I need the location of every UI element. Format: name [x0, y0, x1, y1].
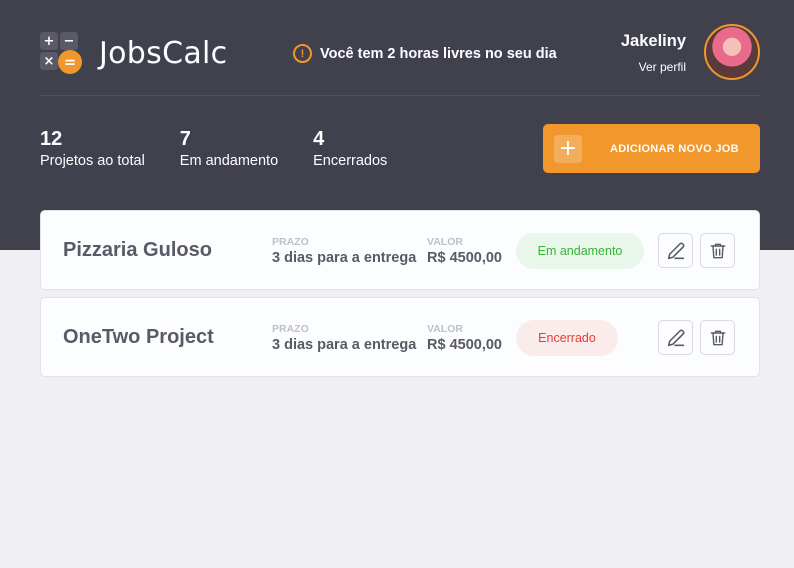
trash-icon — [710, 330, 725, 345]
value-amount: R$ 4500,00 — [427, 337, 502, 353]
project-stats: 12 Projetos ao total 7 Em andamento 4 En… — [40, 126, 422, 169]
page-container: + − × = JobsCalc ! Você tem 2 horas livr… — [40, 0, 760, 377]
top-bar: + − × = JobsCalc ! Você tem 2 horas livr… — [40, 0, 760, 96]
job-deadline: PRAZO 3 dias para a entrega — [272, 323, 416, 353]
minus-sign: − — [60, 32, 78, 50]
job-value: VALOR R$ 4500,00 — [427, 323, 502, 353]
job-card: Pizzaria Guloso PRAZO 3 dias para a entr… — [40, 210, 760, 290]
equals-sign: = — [58, 50, 82, 74]
times-sign: × — [40, 52, 58, 70]
stat-total: 12 Projetos ao total — [40, 126, 145, 169]
delete-button[interactable] — [700, 233, 735, 268]
pencil-icon — [667, 241, 685, 259]
stat-value: 12 — [40, 128, 63, 150]
logo[interactable]: + − × = JobsCalc — [40, 32, 227, 74]
stat-label: Encerrados — [313, 153, 388, 169]
trash-icon — [710, 243, 725, 258]
job-name: Pizzaria Guloso — [63, 239, 212, 261]
stat-value: 4 — [313, 128, 325, 150]
free-hours-notice: ! Você tem 2 horas livres no seu dia — [293, 44, 557, 63]
stat-closed: 4 Encerrados — [313, 126, 387, 169]
notice-text: Você tem 2 horas livres no seu dia — [320, 45, 557, 62]
job-card: OneTwo Project PRAZO 3 dias para a entre… — [40, 297, 760, 377]
status-badge: Em andamento — [516, 233, 644, 269]
view-profile-link[interactable]: Ver perfil — [621, 60, 686, 74]
job-deadline: PRAZO 3 dias para a entrega — [272, 236, 416, 266]
profile-name: Jakeliny — [620, 32, 686, 50]
delete-button[interactable] — [700, 320, 735, 355]
deadline-label: PRAZO — [272, 236, 309, 248]
add-new-job-button[interactable]: + ADICIONAR NOVO JOB — [543, 124, 760, 173]
stat-value: 7 — [179, 128, 191, 150]
profile-text: Jakeliny Ver perfil — [621, 30, 686, 74]
job-list: Pizzaria Guloso PRAZO 3 dias para a entr… — [40, 210, 760, 384]
calculator-icon: + − × = — [40, 32, 82, 74]
add-new-job-label: ADICIONAR NOVO JOB — [610, 142, 739, 155]
avatar[interactable] — [704, 24, 760, 80]
job-value: VALOR R$ 4500,00 — [427, 236, 502, 266]
plus-icon: + — [554, 134, 582, 163]
plus-sign: + — [40, 32, 58, 50]
stat-in-progress: 7 Em andamento — [180, 126, 278, 169]
edit-button[interactable] — [658, 320, 693, 355]
deadline-value: 3 dias para a entrega — [272, 337, 417, 353]
value-amount: R$ 4500,00 — [427, 250, 502, 266]
pencil-icon — [667, 328, 685, 346]
stat-label: Projetos ao total — [40, 153, 145, 169]
app-name: JobsCalc — [99, 35, 228, 71]
deadline-value: 3 dias para a entrega — [272, 250, 417, 266]
value-label: VALOR — [427, 236, 463, 248]
stat-label: Em andamento — [179, 153, 279, 169]
exclamation-icon: ! — [293, 44, 312, 63]
value-label: VALOR — [427, 323, 463, 335]
edit-button[interactable] — [658, 233, 693, 268]
job-name: OneTwo Project — [63, 326, 214, 348]
status-badge: Encerrado — [516, 320, 618, 356]
profile[interactable]: Jakeliny Ver perfil — [621, 24, 760, 80]
deadline-label: PRAZO — [272, 323, 309, 335]
